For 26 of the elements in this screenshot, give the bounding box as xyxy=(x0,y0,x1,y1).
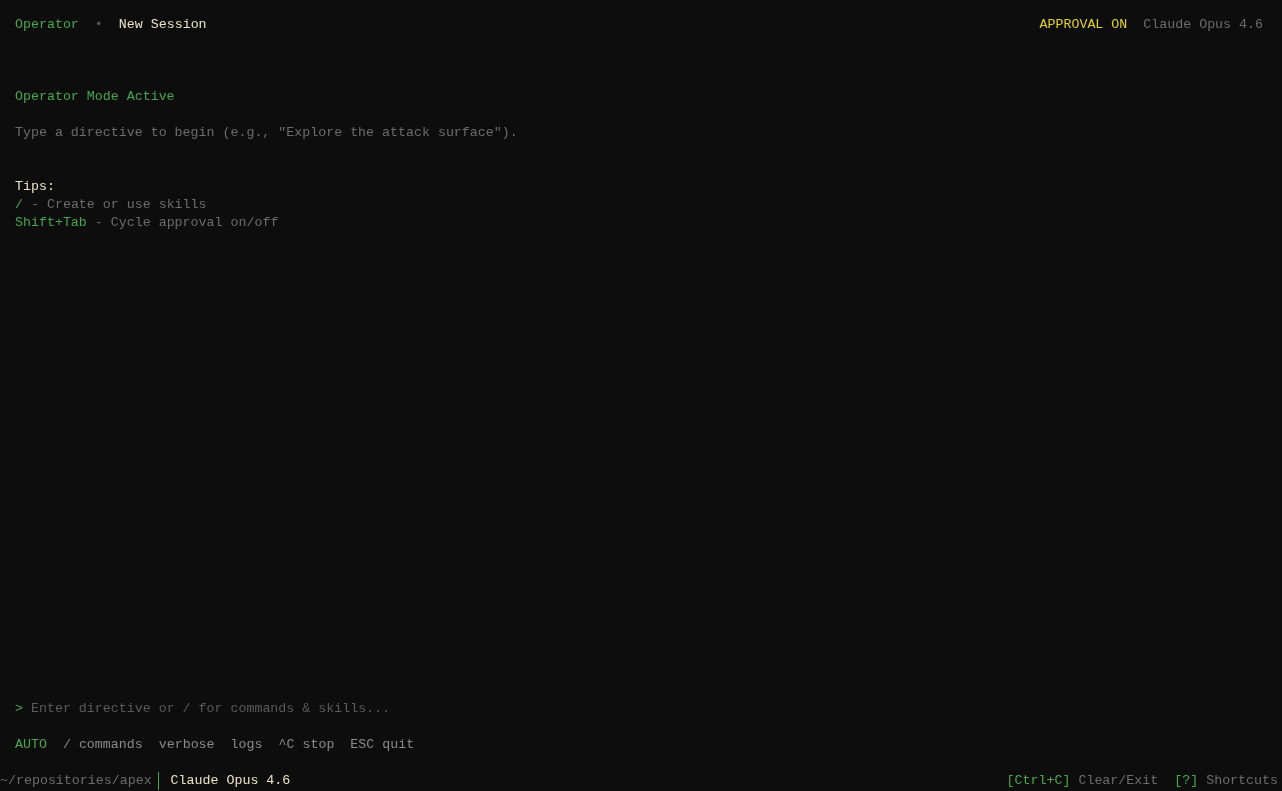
separator-dot: • xyxy=(94,16,103,34)
intro-hint: Type a directive to begin (e.g., "Explore the attack surface"). xyxy=(15,124,519,142)
approval-status: APPROVAL ON xyxy=(1039,16,1128,34)
shortcut-key: [?] xyxy=(1174,772,1199,790)
shortcut-label: Clear/Exit xyxy=(1078,772,1159,790)
key-hint: logs xyxy=(230,736,263,754)
key-hint: / commands xyxy=(62,736,143,754)
tip-key: / xyxy=(15,196,23,214)
shortcut-label: Shortcuts xyxy=(1206,772,1278,790)
key-hint: ^C stop xyxy=(278,736,335,754)
shortcut-key: [Ctrl+C] xyxy=(1006,772,1071,790)
tip-description: - Cycle approval on/off xyxy=(94,214,279,232)
session-title: New Session xyxy=(118,16,207,34)
mode-title: Operator Mode Active xyxy=(15,88,176,106)
tips-heading: Tips: xyxy=(15,178,56,196)
tip-description: - Create or use skills xyxy=(31,196,207,214)
model-name: Claude Opus 4.6 xyxy=(1143,16,1263,34)
status-model: Claude Opus 4.6 xyxy=(157,772,291,790)
tip-key: Shift+Tab xyxy=(15,214,87,232)
mode-indicator: AUTO xyxy=(15,736,47,754)
prompt-marker: > xyxy=(15,700,23,718)
key-hint: verbose xyxy=(158,736,215,754)
app-name: Operator xyxy=(15,16,79,34)
key-hint: ESC quit xyxy=(350,736,415,754)
working-directory: ~/repositories/apex xyxy=(0,772,152,790)
directive-input[interactable]: Enter directive or / for commands & skills... xyxy=(31,700,531,718)
